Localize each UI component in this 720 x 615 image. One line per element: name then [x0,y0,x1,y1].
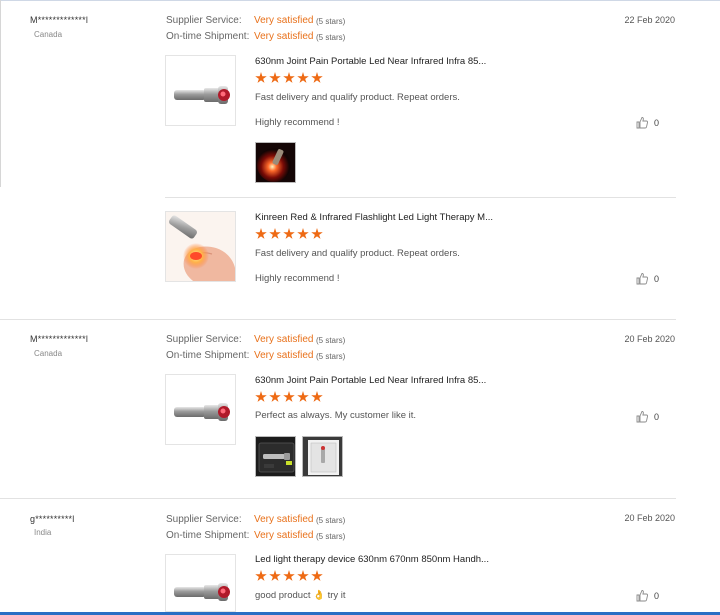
review-divider [0,319,676,320]
supplier-service-value: Very satisfied [254,514,314,525]
rating-stars [255,570,323,584]
product-thumbnail[interactable] [165,554,236,612]
product-thumbnail[interactable] [165,374,236,445]
flashlight-image [174,583,230,601]
like-button[interactable]: 0 [636,272,659,285]
review-text: Highly recommend ! [255,273,340,284]
star-icon [297,391,309,402]
star-icon [269,570,281,581]
left-border [0,0,1,187]
buyer-country: Canada [34,349,63,358]
star-icon [283,228,295,239]
review-photo[interactable] [255,436,296,477]
star-icon [255,228,267,239]
product-title[interactable]: 630nm Joint Pain Portable Led Near Infra… [255,375,486,386]
star-icon [269,391,281,402]
star-icon [283,391,295,402]
flashlight-image [174,86,230,104]
product-thumbnail[interactable] [165,55,236,126]
shipment-stars: (5 stars) [316,532,346,541]
supplier-service-stars: (5 stars) [316,336,346,345]
shipment-value: Very satisfied [254,350,314,361]
review-photo[interactable] [255,142,296,183]
like-button[interactable]: 0 [636,589,659,602]
supplier-service-label: Supplier Service: [166,15,242,26]
star-icon [297,72,309,83]
like-count: 0 [654,590,660,601]
shipment-value: Very satisfied [254,31,314,42]
shipment-stars: (5 stars) [316,352,346,361]
like-button[interactable]: 0 [636,410,659,423]
buyer-name: M*************l [30,15,89,25]
shipment-label: On-time Shipment: [166,350,250,361]
supplier-service-stars: (5 stars) [316,17,346,26]
like-count: 0 [654,411,660,422]
top-border [0,0,720,1]
review-text: Fast delivery and qualify product. Repea… [255,248,460,259]
flashlight-image [174,403,230,421]
product-title[interactable]: 630nm Joint Pain Portable Led Near Infra… [255,56,486,67]
buyer-name: M*************l [30,334,89,344]
buyer-name: g**********l [30,514,75,524]
star-icon [269,228,281,239]
shipment-stars: (5 stars) [316,33,346,42]
review-date: 20 Feb 2020 [624,513,675,523]
review-text: Perfect as always. My customer like it. [255,410,417,421]
review-date: 22 Feb 2020 [624,15,675,25]
supplier-service-label: Supplier Service: [166,334,242,345]
star-icon [297,570,309,581]
buyer-country: India [34,528,52,537]
like-count: 0 [654,117,660,128]
box-photo [303,437,342,476]
buyer-country: Canada [34,30,63,39]
star-icon [311,228,323,239]
star-icon [297,228,309,239]
product-title[interactable]: Led light therapy device 630nm 670nm 850… [255,554,489,565]
case-photo [256,437,295,476]
rating-stars [255,228,323,242]
review-date: 20 Feb 2020 [624,334,675,344]
like-button[interactable]: 0 [636,116,659,129]
divider [165,197,676,198]
product-thumbnail[interactable] [165,211,236,282]
shipment-label: On-time Shipment: [166,530,250,541]
supplier-service-stars: (5 stars) [316,516,346,525]
review-photo[interactable] [302,436,343,477]
like-count: 0 [654,273,660,284]
hand-therapy-image [166,212,235,281]
red-light-photo [256,143,295,182]
rating-stars [255,391,323,405]
star-icon [311,72,323,83]
star-icon [255,391,267,402]
star-icon [311,570,323,581]
star-icon [269,72,281,83]
star-icon [255,72,267,83]
review-divider [0,498,676,499]
star-icon [283,570,295,581]
product-title[interactable]: Kinreen Red & Infrared Flashlight Led Li… [255,212,493,223]
shipment-label: On-time Shipment: [166,31,250,42]
review-text: Highly recommend ! [255,117,340,128]
review-text: Fast delivery and qualify product. Repea… [255,92,460,103]
shipment-value: Very satisfied [254,530,314,541]
thumbs-up-icon [636,590,648,602]
review-text: good product 👌 try it [255,590,346,601]
supplier-service-label: Supplier Service: [166,514,242,525]
thumbs-up-icon [636,117,648,129]
supplier-service-value: Very satisfied [254,15,314,26]
star-icon [255,570,267,581]
supplier-service-value: Very satisfied [254,334,314,345]
thumbs-up-icon [636,411,648,423]
star-icon [311,391,323,402]
rating-stars [255,72,323,86]
thumbs-up-icon [636,273,648,285]
star-icon [283,72,295,83]
